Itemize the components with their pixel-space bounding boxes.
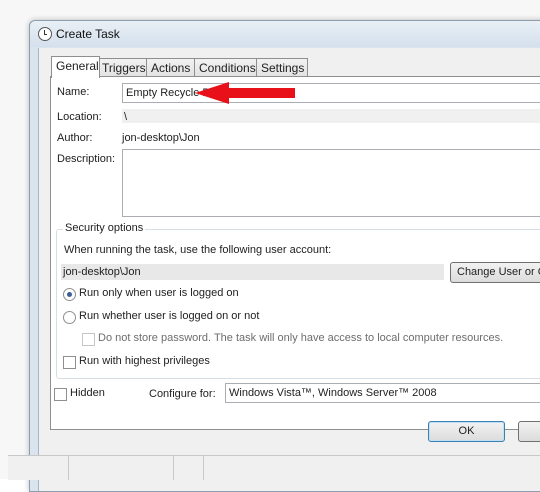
- security-options-group: Security options When running the task, …: [56, 222, 540, 379]
- security-options-title: Security options: [63, 222, 146, 234]
- do-not-store-password-label: Do not store password. The task will onl…: [98, 332, 504, 344]
- divider: [68, 456, 69, 480]
- tab-settings[interactable]: Settings: [256, 58, 308, 77]
- configure-for-select[interactable]: Windows Vista™, Windows Server™ 2008: [225, 383, 540, 403]
- description-textarea[interactable]: [122, 149, 540, 217]
- name-input[interactable]: Empty Recycle Bin: [122, 83, 540, 103]
- configure-for-label: Configure for:: [149, 388, 216, 400]
- ok-button[interactable]: OK: [428, 421, 505, 442]
- highest-privileges-checkbox[interactable]: [63, 356, 76, 369]
- author-value: jon-desktop\Jon: [122, 132, 200, 144]
- change-user-button[interactable]: Change User or G: [450, 262, 540, 283]
- cancel-button[interactable]: [518, 421, 540, 442]
- bottom-strip: [8, 455, 540, 480]
- account-prompt: When running the task, use the following…: [64, 244, 332, 256]
- do-not-store-password-checkbox[interactable]: [82, 333, 95, 346]
- author-label: Author:: [57, 132, 93, 144]
- hidden-checkbox[interactable]: [54, 388, 67, 401]
- location-label: Location:: [57, 111, 102, 123]
- clock-icon: [38, 27, 52, 41]
- tab-actions[interactable]: Actions: [146, 58, 196, 77]
- red-arrow-shape: [195, 82, 295, 104]
- hidden-label[interactable]: Hidden: [70, 387, 105, 399]
- description-label: Description:: [57, 153, 116, 165]
- tab-general[interactable]: General: [51, 56, 100, 78]
- title-bar[interactable]: Create Task: [30, 21, 540, 47]
- window-title: Create Task: [56, 27, 120, 41]
- general-tab-panel: Name: Empty Recycle Bin Location: \ Auth…: [50, 76, 540, 430]
- divider: [203, 456, 204, 480]
- radio-run-whether-label[interactable]: Run whether user is logged on or not: [79, 310, 259, 322]
- name-label: Name:: [57, 86, 90, 98]
- tab-conditions[interactable]: Conditions: [194, 58, 258, 77]
- user-account-value: jon-desktop\Jon: [61, 264, 444, 280]
- radio-run-logged-on[interactable]: [63, 288, 76, 301]
- radio-run-logged-on-label[interactable]: Run only when user is logged on: [79, 287, 239, 299]
- red-arrow-icon: [195, 82, 295, 104]
- radio-run-whether[interactable]: [63, 311, 76, 324]
- tab-triggers[interactable]: Triggers: [97, 58, 147, 77]
- divider: [173, 456, 174, 480]
- highest-privileges-label[interactable]: Run with highest privileges: [79, 355, 210, 367]
- location-value: \: [122, 109, 540, 123]
